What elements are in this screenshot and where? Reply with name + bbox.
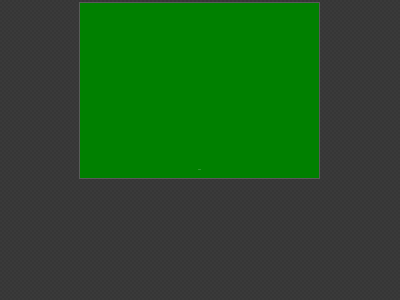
canvas-caption: —: [198, 167, 201, 171]
green-canvas[interactable]: —: [79, 2, 320, 179]
